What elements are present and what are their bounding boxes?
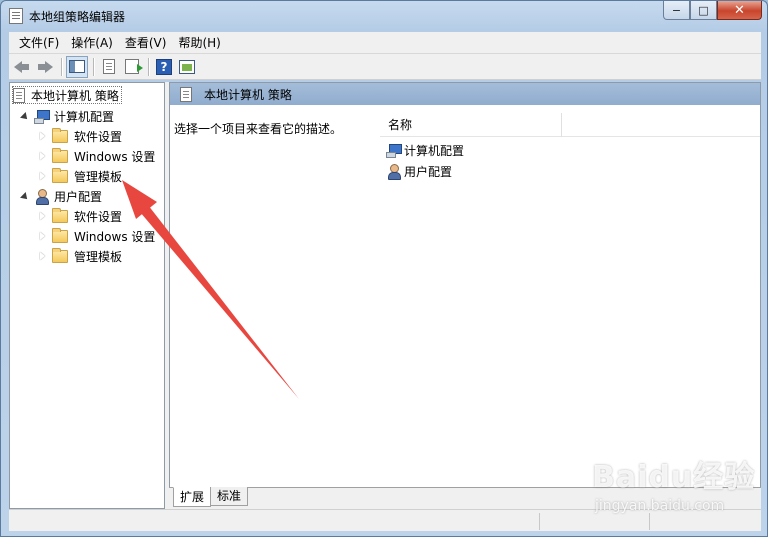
toolbar-separator — [93, 57, 94, 76]
show-pane-icon — [179, 59, 195, 74]
tree-item-label: Windows 设置 — [74, 229, 156, 244]
list-item-label: 用户配置 — [404, 164, 453, 179]
tree-item-user-windows-settings[interactable]: Windows 设置 — [38, 227, 155, 245]
watermark-url: jingyan.baidu.com — [595, 498, 725, 514]
forward-button[interactable] — [34, 56, 56, 78]
tree-item-root[interactable]: 本地计算机 策略 — [12, 86, 122, 104]
menu-action[interactable]: 操作(A) — [65, 33, 119, 53]
toolbar: ? — [9, 54, 761, 80]
window-title: 本地组策略编辑器 — [29, 10, 126, 24]
tree-item-label: 软件设置 — [74, 129, 123, 144]
tree-item-computer-config[interactable]: 计算机配置 — [20, 107, 114, 125]
tab-extended[interactable]: 扩展 — [173, 487, 212, 507]
expand-icon[interactable] — [38, 171, 48, 181]
user-icon — [386, 163, 402, 180]
forward-arrow-icon — [37, 60, 53, 73]
policy-icon — [180, 86, 192, 102]
title-bar[interactable]: 本地组策略编辑器 − □ ✕ — [1, 1, 767, 31]
tree-item-user-admin-templates[interactable]: 管理模板 — [38, 247, 122, 265]
collapse-icon[interactable] — [20, 191, 30, 201]
tree-item-label: 软件设置 — [74, 209, 123, 224]
menu-view[interactable]: 查看(V) — [119, 33, 173, 53]
folder-icon — [52, 167, 68, 183]
tree-item-admin-templates[interactable]: 管理模板 — [38, 167, 122, 185]
properties-icon — [103, 59, 115, 74]
show-hide-tree-button[interactable] — [66, 55, 88, 78]
help-button[interactable]: ? — [153, 56, 175, 78]
export-list-button[interactable] — [121, 56, 143, 78]
expand-icon[interactable] — [38, 151, 48, 161]
back-button[interactable] — [11, 56, 33, 78]
expand-icon[interactable] — [38, 231, 48, 241]
tree-item-label: 管理模板 — [74, 169, 123, 184]
minimize-button[interactable]: − — [663, 1, 690, 20]
details-list: 名称 计算机配置 用户配置 — [380, 105, 760, 488]
tree-item-label: Windows 设置 — [74, 149, 156, 164]
tree-item-label: 本地计算机 策略 — [31, 88, 119, 103]
close-button[interactable]: ✕ — [717, 1, 762, 20]
tab-standard[interactable]: 标准 — [210, 487, 249, 506]
menu-help[interactable]: 帮助(H) — [172, 33, 226, 53]
main-content: 本地计算机 策略 计算机配置 软件设置 Windows 设置 管理模板 用户配置… — [9, 82, 761, 509]
watermark-logo: Baidu经验 — [592, 460, 756, 495]
watermark: Baidu经验 jingyan.baidu.com — [592, 452, 756, 514]
list-column-header: 名称 — [380, 113, 760, 137]
folder-icon — [52, 207, 68, 223]
expand-icon[interactable] — [38, 131, 48, 141]
collapse-icon[interactable] — [20, 111, 30, 121]
console-tree: 本地计算机 策略 计算机配置 软件设置 Windows 设置 管理模板 用户配置… — [9, 82, 165, 509]
window-controls: − □ ✕ — [663, 1, 762, 20]
list-item-user-config[interactable]: 用户配置 — [386, 161, 452, 181]
folder-icon — [52, 247, 68, 263]
menu-file[interactable]: 文件(F) — [13, 33, 65, 53]
toolbar-separator — [61, 57, 62, 76]
status-cell — [539, 513, 540, 530]
details-pane: 本地计算机 策略 选择一个项目来查看它的描述。 名称 计算机配置 用户配置 — [169, 82, 761, 509]
list-item-computer-config[interactable]: 计算机配置 — [386, 140, 464, 160]
tree-item-user-software-settings[interactable]: 软件设置 — [38, 207, 122, 225]
folder-icon — [52, 147, 68, 163]
item-description: 选择一个项目来查看它的描述。 — [174, 122, 343, 136]
column-name-header[interactable]: 名称 — [380, 113, 562, 137]
tree-item-label: 用户配置 — [54, 189, 103, 204]
computer-icon — [386, 143, 402, 158]
list-item-label: 计算机配置 — [404, 143, 465, 158]
tree-item-user-config[interactable]: 用户配置 — [20, 187, 102, 205]
status-cell — [649, 513, 650, 530]
folder-icon — [52, 127, 68, 143]
show-hide-tree-icon — [69, 60, 85, 73]
details-title: 本地计算机 策略 — [204, 87, 292, 102]
user-icon — [34, 188, 50, 205]
toolbar-separator — [148, 57, 149, 76]
tree-item-software-settings[interactable]: 软件设置 — [38, 127, 122, 145]
tree-item-label: 计算机配置 — [54, 109, 115, 124]
back-arrow-icon — [14, 60, 30, 73]
expand-icon[interactable] — [38, 211, 48, 221]
maximize-button[interactable]: □ — [690, 1, 717, 20]
show-pane-button[interactable] — [176, 56, 198, 78]
properties-button[interactable] — [98, 56, 120, 78]
tree-item-windows-settings[interactable]: Windows 设置 — [38, 147, 155, 165]
help-icon: ? — [156, 58, 172, 75]
details-header: 本地计算机 策略 — [170, 83, 760, 105]
folder-icon — [52, 227, 68, 243]
expand-icon[interactable] — [38, 251, 48, 261]
menu-bar: 文件(F) 操作(A) 查看(V) 帮助(H) — [9, 32, 761, 54]
policy-editor-icon — [9, 8, 23, 24]
computer-icon — [34, 109, 50, 124]
export-list-icon — [125, 59, 143, 74]
policy-icon — [13, 87, 25, 103]
tree-item-label: 管理模板 — [74, 249, 123, 264]
